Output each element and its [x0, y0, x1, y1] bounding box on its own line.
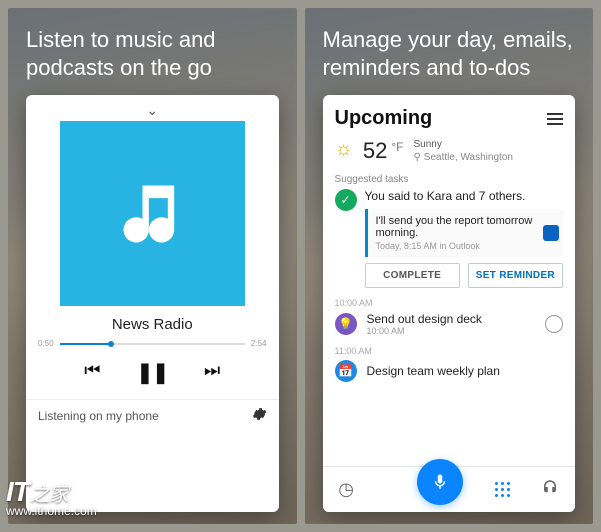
task-item[interactable]: 💡 Send out design deck 10:00 AM — [335, 312, 564, 336]
music-note-icon — [114, 176, 190, 252]
hero-line: Listen to music and — [26, 26, 279, 54]
left-hero: Listen to music and podcasts on the go — [26, 26, 279, 81]
left-promo-pane: Listen to music and podcasts on the go ⌄… — [8, 8, 297, 524]
task-title: Design team weekly plan — [367, 364, 564, 378]
music-player-card: ⌄ News Radio 0:50 2:54 ⏮ ❚❚ ⏭ Listening … — [26, 95, 279, 512]
weather-cond: Sunny — [413, 138, 512, 151]
mic-button[interactable] — [417, 459, 463, 505]
task-title: You said to Kara and 7 others. — [365, 189, 564, 203]
track-title: News Radio — [38, 316, 267, 333]
playback-status: Listening on my phone — [38, 409, 159, 423]
sun-icon: ☼ — [335, 138, 353, 160]
progress-bar[interactable] — [60, 343, 245, 345]
time-total: 2:54 — [251, 339, 267, 348]
player-controls: ⏮ ❚❚ ⏭ — [38, 360, 267, 385]
next-track-icon[interactable]: ⏭ — [204, 360, 220, 385]
commitment-icon: ✓ — [335, 189, 357, 211]
timeslot-label: 11:00 AM — [335, 346, 564, 356]
menu-icon[interactable] — [547, 113, 563, 125]
quote-meta: Today, 8:15 AM in Outlook — [376, 241, 542, 251]
upcoming-heading: Upcoming — [335, 107, 433, 130]
weather-temp: 52 °F — [363, 138, 404, 164]
progress-row: 0:50 2:54 — [38, 339, 267, 348]
calendar-icon: 📅 — [335, 360, 357, 382]
pause-icon[interactable]: ❚❚ — [136, 360, 168, 385]
suggested-label: Suggested tasks — [335, 174, 564, 185]
divider — [26, 399, 279, 400]
watermark: IT 之家 www.ithome.com — [6, 476, 97, 518]
mic-icon — [431, 473, 449, 491]
right-hero: Manage your day, emails, reminders and t… — [323, 26, 576, 81]
prev-track-icon[interactable]: ⏮ — [84, 360, 100, 385]
timeslot-label: 10:00 AM — [335, 298, 564, 308]
album-art[interactable] — [60, 121, 245, 306]
hero-line: reminders and to-dos — [323, 54, 576, 82]
complete-button[interactable]: COMPLETE — [365, 263, 460, 288]
lightbulb-icon: 💡 — [335, 313, 357, 335]
task-subtitle: 10:00 AM — [367, 326, 536, 336]
upcoming-card: Upcoming ☼ 52 °F Sunny ⚲ Seattle, Washin… — [323, 95, 576, 512]
task-item[interactable]: 📅 Design team weekly plan — [335, 360, 564, 382]
bottom-nav: ◷ — [323, 466, 576, 512]
set-reminder-button[interactable]: SET REMINDER — [468, 263, 563, 288]
email-quote[interactable]: I'll send you the report tomorrow mornin… — [365, 209, 564, 257]
hero-line: podcasts on the go — [26, 54, 279, 82]
outlook-icon — [543, 225, 559, 241]
weather-row[interactable]: ☼ 52 °F Sunny ⚲ Seattle, Washington — [335, 138, 564, 164]
apps-grid-icon[interactable] — [495, 482, 510, 497]
headset-icon[interactable] — [541, 478, 559, 501]
gear-icon[interactable] — [251, 406, 267, 425]
suggested-task[interactable]: ✓ You said to Kara and 7 others. I'll se… — [335, 189, 564, 288]
pin-icon: ⚲ — [413, 151, 420, 164]
time-elapsed: 0:50 — [38, 339, 54, 348]
task-title: Send out design deck — [367, 312, 536, 326]
task-checkbox[interactable] — [545, 315, 563, 333]
chevron-down-icon[interactable]: ⌄ — [38, 105, 267, 115]
quote-text: I'll send you the report tomorrow mornin… — [376, 215, 542, 239]
compass-icon[interactable]: ◷ — [338, 479, 354, 500]
hero-line: Manage your day, emails, — [323, 26, 576, 54]
right-promo-pane: Manage your day, emails, reminders and t… — [305, 8, 594, 524]
weather-location: ⚲ Seattle, Washington — [413, 151, 512, 164]
